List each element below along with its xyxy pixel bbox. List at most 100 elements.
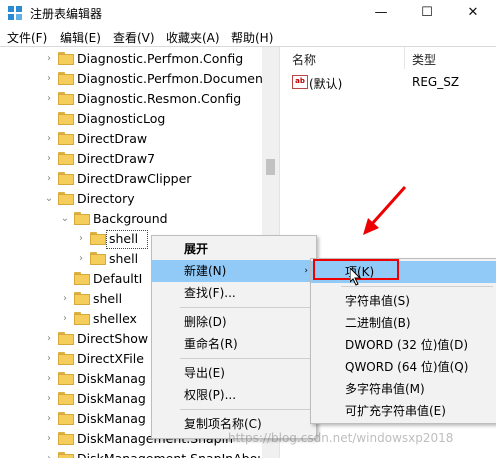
submenu-item[interactable]: 可扩充字符串值(E) xyxy=(311,400,496,422)
menu-bar: 文件(F) 编辑(E) 查看(V) 收藏夹(A) 帮助(H) xyxy=(0,26,496,46)
tree-item-label: DirectDraw xyxy=(77,131,148,146)
folder-icon xyxy=(58,72,74,85)
value-name[interactable]: (默认) xyxy=(309,75,342,92)
menu-separator xyxy=(180,358,312,359)
context-menu-item[interactable]: 重命名(R) xyxy=(152,333,316,355)
expand-chevron-icon[interactable]: › xyxy=(44,369,54,389)
submenu-item[interactable]: DWORD (32 位)值(D) xyxy=(311,334,496,356)
red-arrow-annotation xyxy=(363,185,407,235)
folder-icon xyxy=(58,352,74,365)
submenu-item[interactable]: 字符串值(S) xyxy=(311,290,496,312)
minimize-button[interactable]: — xyxy=(358,0,404,26)
tree-item-label: DiagnosticLog xyxy=(77,111,166,126)
title-bar: 注册表编辑器 — ☐ ✕ xyxy=(0,0,496,26)
expand-chevron-icon[interactable]: › xyxy=(44,409,54,429)
registry-editor-icon xyxy=(8,6,22,20)
tree-item[interactable]: ⌄ Background xyxy=(61,209,262,229)
tree-item-label: DiskManag xyxy=(77,371,146,386)
tree-item[interactable]: › Diagnostic.Perfmon.Document xyxy=(47,69,262,89)
submenu-item[interactable]: 二进制值(B) xyxy=(311,312,496,334)
expand-chevron-icon[interactable]: › xyxy=(44,149,54,169)
tree-item-label: DirectXFile xyxy=(77,351,144,366)
column-divider[interactable] xyxy=(404,47,405,69)
watermark: https://blog.csdn.net/windowsxp2018 xyxy=(228,431,454,445)
tree-item[interactable]: › DirectDrawClipper xyxy=(47,169,262,189)
folder-icon xyxy=(58,132,74,145)
context-menu-item[interactable]: 查找(F)... xyxy=(152,282,316,304)
context-menu: 展开 新建(N) › 查找(F)... 删除(D) 重命名(R) 导出(E) 权限(P)...… xyxy=(151,235,317,439)
folder-icon xyxy=(58,92,74,105)
folder-icon xyxy=(58,172,74,185)
tree-item[interactable]: DiagnosticLog xyxy=(48,109,262,129)
collapse-chevron-icon[interactable]: ⌄ xyxy=(60,209,70,229)
tree-item-label: Background xyxy=(93,211,168,226)
tree-item[interactable]: › DirectDraw7 xyxy=(47,149,262,169)
string-value-icon: ab xyxy=(292,75,308,89)
expand-chevron-icon[interactable]: › xyxy=(44,129,54,149)
context-menu-item-label: 删除(D) xyxy=(184,315,227,329)
tree-item[interactable]: › DirectDraw xyxy=(47,129,262,149)
context-menu-item[interactable]: 新建(N) › xyxy=(152,260,316,282)
folder-icon xyxy=(74,312,90,325)
context-menu-item[interactable]: 导出(E) xyxy=(152,362,316,384)
expand-chevron-icon[interactable]: › xyxy=(44,389,54,409)
value-type: REG_SZ xyxy=(412,75,460,89)
tree-item-label: Diagnostic.Perfmon.Document xyxy=(77,71,262,86)
tree-item-label: Diagnostic.Resmon.Config xyxy=(77,91,242,106)
context-menu-item[interactable]: 删除(D) xyxy=(152,311,316,333)
scrollbar-thumb[interactable] xyxy=(266,159,275,175)
menu-favorites[interactable]: 收藏夹(A) xyxy=(166,29,220,46)
tree-item-label: shellex xyxy=(93,311,137,326)
expand-chevron-icon[interactable]: › xyxy=(60,289,70,309)
expand-chevron-icon[interactable]: › xyxy=(44,49,54,69)
folder-icon xyxy=(74,272,90,285)
window-title: 注册表编辑器 xyxy=(30,7,103,21)
expand-chevron-icon[interactable]: › xyxy=(44,449,54,458)
expand-chevron-icon[interactable]: › xyxy=(44,169,54,189)
context-menu-item[interactable]: 展开 xyxy=(152,238,316,260)
folder-icon xyxy=(58,452,74,458)
expand-chevron-icon[interactable]: › xyxy=(44,89,54,109)
expand-chevron-icon[interactable]: › xyxy=(44,349,54,369)
collapse-chevron-icon[interactable]: ⌄ xyxy=(44,189,54,209)
expand-chevron-icon[interactable]: › xyxy=(60,309,70,329)
folder-icon xyxy=(58,192,74,205)
expand-chevron-icon[interactable]: › xyxy=(44,329,54,349)
context-menu-item-label: 导出(E) xyxy=(184,366,225,380)
folder-icon xyxy=(58,112,74,125)
expand-chevron-icon[interactable]: › xyxy=(44,429,54,449)
folder-icon xyxy=(58,432,74,445)
submenu-item[interactable]: 多字符串值(M) xyxy=(311,378,496,400)
context-menu-item-label: 权限(P)... xyxy=(184,388,237,402)
column-name-header[interactable]: 名称 xyxy=(292,51,316,68)
menu-view[interactable]: 查看(V) xyxy=(113,29,155,46)
expand-chevron-icon[interactable]: › xyxy=(44,69,54,89)
submenu-arrow-icon: › xyxy=(304,266,308,276)
folder-icon xyxy=(74,212,90,225)
tree-item-label: Directory xyxy=(77,191,135,206)
folder-icon xyxy=(58,152,74,165)
expand-chevron-icon[interactable]: › xyxy=(76,249,86,269)
tree-item[interactable]: › DiskManagement.SnapInAbou xyxy=(47,449,262,458)
close-button[interactable]: ✕ xyxy=(450,0,496,26)
mouse-cursor-icon xyxy=(350,268,362,286)
expand-chevron-icon[interactable]: › xyxy=(76,229,86,249)
tree-item[interactable]: › Diagnostic.Resmon.Config xyxy=(47,89,262,109)
submenu-item-label: 可扩充字符串值(E) xyxy=(345,404,446,418)
context-menu-item[interactable]: 权限(P)... xyxy=(152,384,316,406)
submenu-item-label: QWORD (64 位)值(Q) xyxy=(345,360,469,374)
menu-help[interactable]: 帮助(H) xyxy=(231,29,273,46)
tree-item[interactable]: ⌄ Directory xyxy=(45,189,262,209)
tree-item-label: Diagnostic.Perfmon.Config xyxy=(77,51,244,66)
menu-file[interactable]: 文件(F) xyxy=(7,29,47,46)
menu-separator xyxy=(180,307,312,308)
column-type-header[interactable]: 类型 xyxy=(412,51,436,68)
maximize-button[interactable]: ☐ xyxy=(404,0,450,26)
submenu-item[interactable]: QWORD (64 位)值(Q) xyxy=(311,356,496,378)
menu-edit[interactable]: 编辑(E) xyxy=(60,29,101,46)
folder-icon xyxy=(90,252,106,265)
tree-item[interactable]: › Diagnostic.Perfmon.Config xyxy=(47,49,262,69)
folder-icon xyxy=(58,412,74,425)
tree-item-label: shell xyxy=(93,291,123,306)
folder-icon xyxy=(58,392,74,405)
